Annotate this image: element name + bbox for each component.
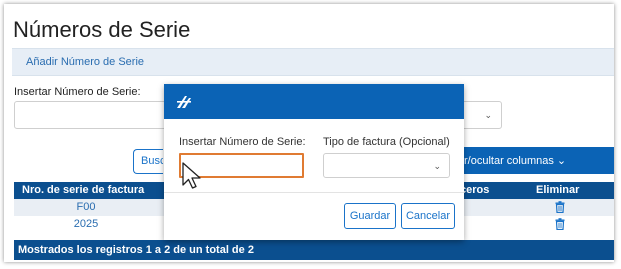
serie-cell[interactable]: 2025	[14, 218, 158, 230]
serial-number-label: Insertar Número de Serie:	[179, 136, 306, 148]
toggle-columns-button[interactable]: r/ocultar columnas ⌄	[464, 147, 614, 174]
agency-logo-icon	[176, 95, 192, 114]
add-serial-modal: Insertar Número de Serie: Tipo de factur…	[164, 84, 464, 240]
serie-cell[interactable]: F00	[14, 201, 158, 213]
invoice-type-label: Tipo de factura (Opcional)	[323, 136, 450, 148]
tab-add-serial[interactable]: Añadir Número de Serie	[26, 56, 144, 68]
column-header-eliminar: Eliminar	[536, 184, 580, 196]
trash-icon[interactable]	[510, 217, 610, 235]
modal-divider	[164, 192, 464, 193]
cancel-button[interactable]: Cancelar	[401, 203, 455, 229]
column-header-serie[interactable]: Nro. de serie de factura	[22, 184, 144, 196]
column-header-ceros[interactable]: ceros	[460, 184, 489, 196]
tab-bar: Añadir Número de Serie	[12, 48, 614, 76]
page-title: Números de Serie	[13, 17, 191, 42]
table-footer-info: Mostrados los registros 1 a 2 de un tota…	[14, 240, 614, 260]
mouse-pointer-icon	[181, 161, 205, 196]
chevron-down-icon: ⌄	[484, 110, 492, 120]
save-button[interactable]: Guardar	[344, 203, 396, 229]
invoice-type-select-background[interactable]: ⌄	[459, 101, 502, 129]
invoice-type-select[interactable]: ⌄	[323, 153, 450, 178]
chevron-down-icon: ⌄	[433, 161, 441, 171]
insert-serial-label: Insertar Número de Serie:	[14, 86, 141, 98]
app-window: Números de Serie Añadir Número de Serie …	[4, 4, 614, 262]
search-button[interactable]: Busc	[133, 149, 163, 174]
serial-input-background[interactable]	[14, 101, 174, 129]
modal-header	[164, 84, 464, 119]
